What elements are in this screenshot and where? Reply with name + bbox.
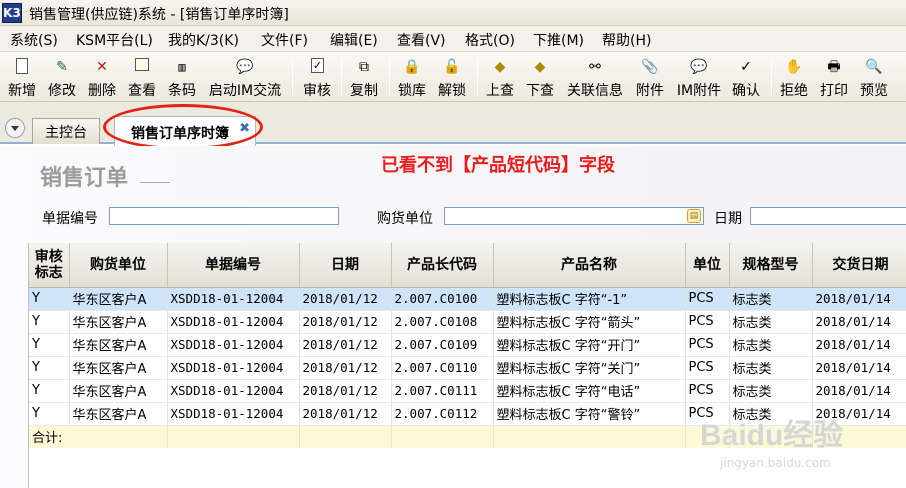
grid-header-row: 审核 标志 购货单位 单据编号 日期 产品长代码 产品名称 单位 规格型号 交货…	[29, 243, 906, 288]
edit-button[interactable]: ✎ 修改	[44, 54, 80, 100]
bill-no-label: 单据编号	[42, 211, 98, 227]
delete-button[interactable]: ✕ 删除	[84, 54, 120, 100]
toolbar-separator	[389, 58, 390, 96]
menu-help[interactable]: 帮助(H)	[602, 30, 651, 50]
audit-icon: ✓	[311, 58, 324, 73]
link-info-button[interactable]: ⚯ 关联信息	[563, 54, 627, 100]
menu-push-down[interactable]: 下推(M)	[533, 30, 584, 50]
toolbar-separator	[477, 58, 478, 96]
menu-view[interactable]: 查看(V)	[397, 30, 446, 50]
annotation-text: 已看不到【产品短代码】字段	[381, 155, 615, 176]
table-row[interactable]: Y 华东区客户A XSDD18-01-12004 2018/01/12 2.007.…	[29, 379, 906, 403]
date-input[interactable]	[750, 207, 906, 225]
attachment-icon: 📎	[641, 59, 659, 75]
preview-button[interactable]: 🔍 预览	[856, 54, 892, 100]
sales-order-grid: 审核 标志 购货单位 单据编号 日期 产品长代码 产品名称 单位 规格型号 交货…	[28, 243, 906, 488]
total-row: 合计:	[29, 425, 906, 448]
column-header-buyer[interactable]: 购货单位	[69, 243, 168, 288]
edit-icon: ✎	[56, 59, 68, 75]
new-icon	[16, 58, 28, 74]
chat-icon: 💬	[236, 59, 254, 75]
close-tab-icon[interactable]: ✖	[239, 121, 250, 136]
reject-button[interactable]: ✋ 拒绝	[776, 54, 812, 100]
view-button[interactable]: 查看	[124, 54, 160, 100]
confirm-button[interactable]: ✓ 确认	[728, 54, 764, 100]
column-header-unit[interactable]: 单位	[685, 243, 730, 288]
print-icon: 🖶	[827, 59, 841, 75]
table-row[interactable]: Y 华东区客户A XSDD18-01-12004 2018/01/12 2.007.…	[29, 356, 906, 380]
menu-my-k3[interactable]: 我的K/3(K)	[168, 30, 239, 50]
attachment-button[interactable]: 📎 附件	[632, 54, 668, 100]
toolbar: 新增 ✎ 修改 ✕ 删除 查看 ▥ 条码 💬 启动IM交流 ✓ 审核 ⧉ 复制 …	[0, 52, 906, 102]
column-header-audit-flag[interactable]: 审核 标志	[29, 243, 70, 288]
audit-button[interactable]: ✓ 审核	[298, 54, 336, 100]
delete-icon: ✕	[96, 59, 108, 75]
page-title: 销售订单	[40, 166, 129, 191]
title-bar: K3 销售管理(供应链)系统 - [销售订单序时簿]	[0, 0, 906, 26]
im-attachment-icon: 💬	[690, 59, 708, 75]
buyer-input[interactable]: ▤	[444, 207, 704, 225]
tab-main-console[interactable]: 主控台	[32, 118, 100, 144]
view-icon	[135, 58, 149, 71]
toolbar-separator	[341, 58, 342, 96]
toolbar-separator	[771, 58, 772, 96]
column-header-product-long-code[interactable]: 产品长代码	[391, 243, 494, 288]
up-query-button[interactable]: ◆ 上查	[482, 54, 518, 100]
tab-sales-order-list[interactable]: 销售订单序时簿 ✖	[114, 116, 256, 146]
im-attachment-button[interactable]: 💬 IM附件	[674, 54, 724, 100]
buyer-label: 购货单位	[377, 211, 433, 227]
preview-icon: 🔍	[865, 59, 883, 75]
tab-list-dropdown-button[interactable]	[5, 118, 25, 138]
unlock-button[interactable]: 🔓 解锁	[434, 54, 470, 100]
column-header-delivery-date[interactable]: 交货日期	[812, 243, 906, 288]
tab-strip: 主控台 销售订单序时簿 ✖	[0, 102, 906, 146]
down-query-icon: ◆	[534, 59, 546, 75]
menu-format[interactable]: 格式(O)	[465, 30, 515, 50]
bill-no-input[interactable]	[109, 207, 339, 225]
up-query-icon: ◆	[494, 59, 506, 75]
column-header-date[interactable]: 日期	[299, 243, 392, 288]
column-header-product-name[interactable]: 产品名称	[493, 243, 686, 288]
confirm-icon: ✓	[740, 59, 752, 75]
copy-button[interactable]: ⧉ 复制	[346, 54, 382, 100]
lookup-icon[interactable]: ▤	[687, 209, 701, 223]
menu-file[interactable]: 文件(F)	[261, 30, 308, 50]
menu-edit[interactable]: 编辑(E)	[330, 30, 378, 50]
link-info-icon: ⚯	[589, 59, 601, 75]
down-query-button[interactable]: ◆ 下查	[522, 54, 558, 100]
print-button[interactable]: 🖶 打印	[816, 54, 852, 100]
total-label: 合计:	[29, 425, 168, 448]
column-header-spec-model[interactable]: 规格型号	[729, 243, 813, 288]
barcode-button[interactable]: ▥ 条码	[164, 54, 200, 100]
new-button[interactable]: 新增	[4, 54, 40, 100]
start-im-button[interactable]: 💬 启动IM交流	[204, 54, 286, 100]
lock-stock-button[interactable]: 🔒 锁库	[394, 54, 430, 100]
app-logo-icon: K3	[2, 3, 22, 23]
title-divider	[140, 182, 170, 183]
unlock-icon: 🔓	[443, 59, 461, 75]
barcode-icon: ▥	[178, 60, 186, 74]
toolbar-separator	[292, 58, 293, 96]
window-title: 销售管理(供应链)系统 - [销售订单序时簿]	[29, 7, 289, 23]
menu-bar: 系统(S) KSM平台(L) 我的K/3(K) 文件(F) 编辑(E) 查看(V…	[0, 26, 906, 52]
menu-ksm-platform[interactable]: KSM平台(L)	[76, 30, 153, 50]
reject-icon: ✋	[785, 59, 803, 75]
lock-icon: 🔒	[403, 59, 421, 75]
table-row[interactable]: Y 华东区客户A XSDD18-01-12004 2018/01/12 2.007.…	[29, 402, 906, 426]
copy-icon: ⧉	[359, 59, 369, 75]
content-area: 销售订单 已看不到【产品短代码】字段 单据编号 购货单位 ▤ 日期 审核 标志 …	[0, 146, 906, 488]
date-label: 日期	[714, 211, 742, 227]
column-header-bill-no[interactable]: 单据编号	[167, 243, 300, 288]
table-row[interactable]: Y 华东区客户A XSDD18-01-12004 2018/01/12 2.007.…	[29, 287, 906, 311]
menu-system[interactable]: 系统(S)	[10, 30, 58, 50]
table-row[interactable]: Y 华东区客户A XSDD18-01-12004 2018/01/12 2.007.…	[29, 310, 906, 334]
table-row[interactable]: Y 华东区客户A XSDD18-01-12004 2018/01/12 2.007.…	[29, 333, 906, 357]
